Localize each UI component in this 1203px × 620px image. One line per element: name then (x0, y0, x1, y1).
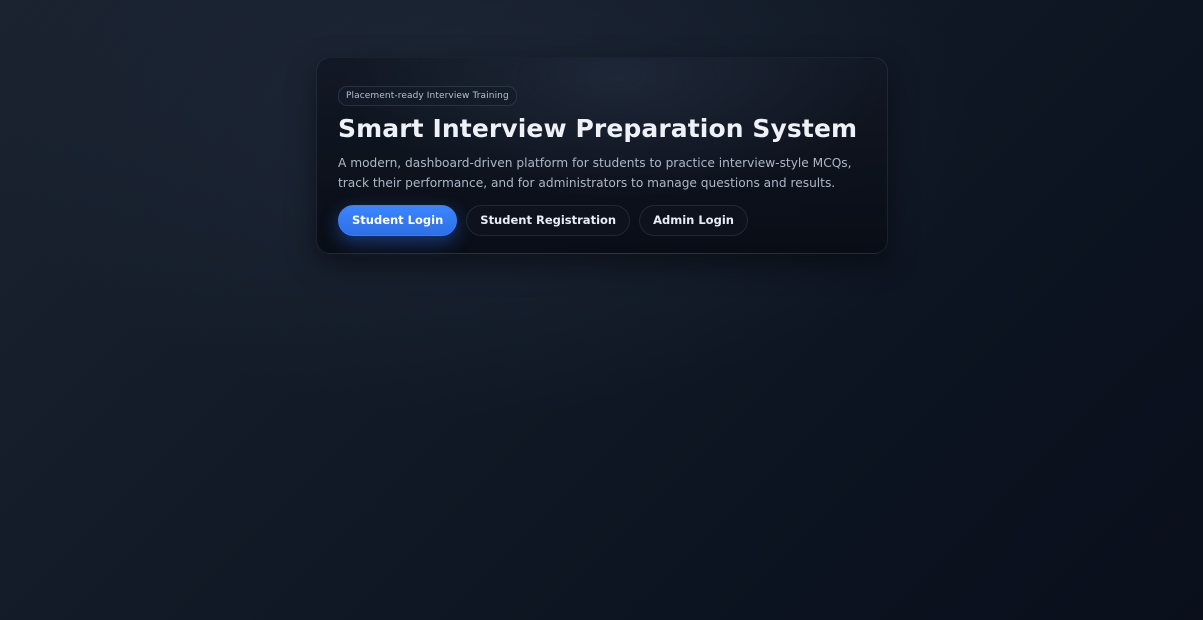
page-title: Smart Interview Preparation System (338, 114, 858, 143)
student-login-button[interactable]: Student Login (338, 205, 458, 236)
action-buttons: Student Login Student Registration Admin… (338, 205, 867, 236)
landing-page: Placement-ready Interview Training Smart… (0, 0, 1203, 620)
page-subtitle: A modern, dashboard-driven platform for … (338, 156, 852, 190)
student-registration-button[interactable]: Student Registration (466, 205, 631, 236)
hero-card: Placement-ready Interview Training Smart… (316, 57, 888, 254)
admin-login-button[interactable]: Admin Login (639, 205, 748, 236)
eyebrow-badge: Placement-ready Interview Training (338, 86, 517, 106)
